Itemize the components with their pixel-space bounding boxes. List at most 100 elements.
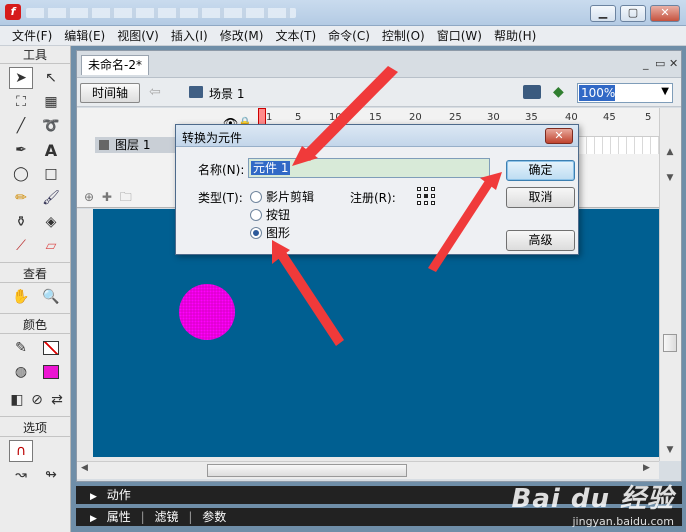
ink-bottle-tool-icon[interactable]: ⚱: [9, 211, 33, 233]
view-header: 查看: [0, 265, 70, 283]
minimize-button[interactable]: ▁: [590, 5, 616, 22]
lasso-tool-icon[interactable]: ➰: [39, 115, 63, 137]
scroll-down-icon[interactable]: ▼: [662, 170, 678, 186]
radio-icon: [250, 208, 262, 221]
stroke-color-icon[interactable]: ✎: [9, 337, 33, 359]
ruler-label: 5: [295, 112, 302, 123]
menu-bar: 文件(F) 编辑(E) 视图(V) 插入(I) 修改(M) 文本(T) 命令(C…: [0, 26, 686, 46]
smooth-icon[interactable]: ↝: [9, 464, 33, 486]
selection-tool-icon[interactable]: ➤: [9, 67, 33, 89]
document-toolbar: 时间轴 ⇦ 场景 1 ◆ 100% ▼: [77, 77, 681, 107]
ruler-label: 45: [603, 112, 616, 123]
hand-tool-icon[interactable]: ✋: [9, 286, 33, 308]
scroll-right-icon[interactable]: ▶: [643, 463, 650, 473]
ruler-label: 35: [525, 112, 538, 123]
type-button-radio[interactable]: 按钮: [250, 206, 290, 223]
menu-insert[interactable]: 插入(I): [165, 27, 214, 44]
zoom-tool-icon[interactable]: 🔍: [39, 286, 63, 308]
paint-bucket-tool-icon[interactable]: ◈: [39, 211, 63, 233]
ruler-label: 30: [487, 112, 500, 123]
scroll-down-icon[interactable]: ▼: [662, 442, 678, 458]
eyedropper-tool-icon[interactable]: ⟋: [9, 235, 33, 257]
ruler-label: 25: [449, 112, 462, 123]
fill-color-icon[interactable]: ◍: [9, 361, 33, 383]
timeline-toggle-button[interactable]: 时间轴: [80, 83, 140, 103]
baidu-watermark: Bai du 经验 jingyan.baidu.com: [512, 478, 675, 528]
symbol-name-input[interactable]: 元件 1: [248, 158, 490, 178]
zoom-select[interactable]: 100% ▼: [577, 83, 673, 103]
ruler-label: 40: [565, 112, 578, 123]
advanced-button[interactable]: 高级: [506, 230, 575, 251]
straighten-icon[interactable]: ↬: [39, 464, 63, 486]
vertical-scroll-thumb[interactable]: [663, 334, 677, 352]
free-transform-tool-icon[interactable]: ⛶: [9, 91, 33, 113]
eraser-tool-icon[interactable]: ▱: [39, 235, 63, 257]
text-tool-icon[interactable]: A: [39, 139, 63, 161]
subselection-tool-icon[interactable]: ↖: [39, 67, 63, 89]
dialog-title-bar: 转换为元件 ✕: [176, 125, 578, 147]
registration-grid[interactable]: [417, 187, 437, 207]
radio-label: 图形: [266, 226, 291, 240]
menu-modify[interactable]: 修改(M): [214, 27, 270, 44]
maximize-button[interactable]: ▢: [620, 5, 646, 22]
menu-commands[interactable]: 命令(C): [322, 27, 376, 44]
properties-tab[interactable]: 属性: [107, 510, 131, 524]
menu-text[interactable]: 文本(T): [269, 27, 322, 44]
doc-restore-icon[interactable]: ▭: [655, 57, 665, 70]
type-movie-clip-radio[interactable]: 影片剪辑: [250, 188, 314, 205]
no-color-icon[interactable]: ⊘: [29, 389, 45, 411]
brush-tool-icon[interactable]: 🖌: [39, 187, 63, 209]
back-arrow-icon[interactable]: ⇦: [149, 84, 161, 100]
filters-tab[interactable]: 滤镜: [154, 510, 178, 524]
default-colors-icon[interactable]: ◧: [9, 389, 25, 411]
ruler-label: 15: [369, 112, 382, 123]
radio-label: 按钮: [266, 208, 291, 222]
pink-circle-shape[interactable]: [179, 284, 235, 340]
fill-color-swatch[interactable]: [39, 361, 63, 383]
snap-magnet-icon[interactable]: ∩: [9, 440, 33, 462]
pencil-tool-icon[interactable]: ✏: [9, 187, 33, 209]
doc-minimize-icon[interactable]: _: [643, 57, 649, 70]
fill-transform-tool-icon[interactable]: ▦: [39, 91, 63, 113]
rectangle-tool-icon[interactable]: □: [39, 163, 63, 185]
pen-tool-icon[interactable]: ✒: [9, 139, 33, 161]
actions-panel-label: 动作: [106, 488, 131, 502]
close-button[interactable]: ✕: [650, 5, 680, 22]
color-header: 颜色: [0, 316, 70, 334]
parameters-tab[interactable]: 参数: [202, 510, 226, 524]
dialog-title: 转换为元件: [182, 131, 243, 145]
swap-colors-icon[interactable]: ⇄: [49, 389, 65, 411]
menu-view[interactable]: 视图(V): [111, 27, 165, 44]
layer-row[interactable]: 图层 1: [95, 137, 175, 153]
edit-symbols-icon[interactable]: ◆: [553, 84, 571, 100]
registration-label: 注册(R):: [350, 191, 396, 205]
oval-tool-icon[interactable]: ◯: [9, 163, 33, 185]
zoom-value: 100%: [579, 85, 616, 101]
cancel-button[interactable]: 取消: [506, 187, 575, 208]
dialog-close-button[interactable]: ✕: [545, 128, 573, 144]
document-tab[interactable]: 未命名-2*: [81, 55, 149, 75]
ok-button[interactable]: 确定: [506, 160, 575, 181]
scroll-up-icon[interactable]: ▲: [662, 144, 678, 160]
stroke-color-swatch[interactable]: [39, 337, 63, 359]
menu-help[interactable]: 帮助(H): [488, 27, 542, 44]
menu-edit[interactable]: 编辑(E): [58, 27, 111, 44]
type-graphic-radio[interactable]: 图形: [250, 224, 290, 241]
menu-window[interactable]: 窗口(W): [431, 27, 488, 44]
options-header: 选项: [0, 419, 70, 437]
edit-scene-icon[interactable]: [523, 85, 541, 99]
tools-header: 工具: [0, 46, 70, 64]
horizontal-scroll-thumb[interactable]: [207, 464, 407, 477]
doc-close-icon[interactable]: ✕: [669, 57, 678, 70]
menu-file[interactable]: 文件(F): [6, 27, 58, 44]
menu-control[interactable]: 控制(O): [376, 27, 431, 44]
vertical-scrollbar[interactable]: ▲ ▼ ▼: [659, 108, 681, 461]
horizontal-scrollbar[interactable]: ◀ ▶: [77, 461, 659, 479]
timeline-layer-buttons[interactable]: ⊕ ✚ 🗀: [84, 188, 134, 209]
expand-arrow-icon: ▶: [90, 492, 97, 502]
scroll-left-icon[interactable]: ◀: [81, 463, 88, 473]
line-tool-icon[interactable]: ╱: [9, 115, 33, 137]
ruler-label: 1: [266, 112, 273, 123]
ruler-label: 10: [329, 112, 342, 123]
flash-app-icon: f: [5, 4, 21, 20]
